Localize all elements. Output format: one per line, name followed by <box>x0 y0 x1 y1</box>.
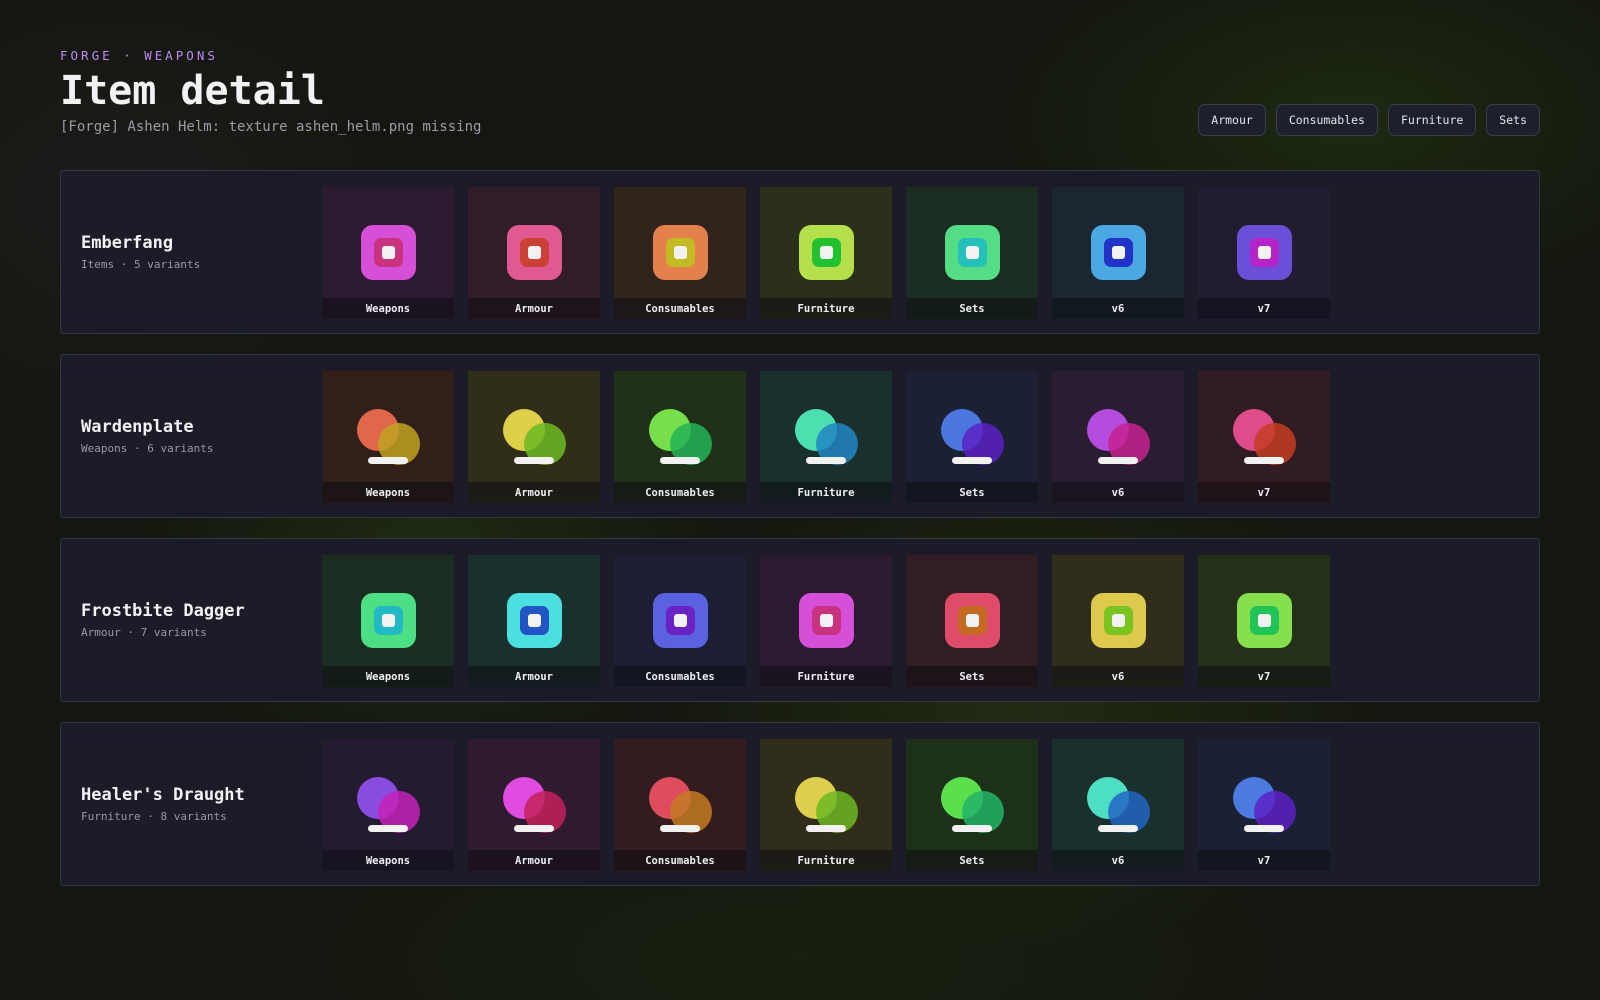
item-name: Healer's Draught <box>81 785 245 805</box>
variant-tile[interactable]: Consumables <box>614 187 746 319</box>
square-icon <box>1091 593 1146 648</box>
variant-label: Armour <box>468 298 600 319</box>
square-icon <box>361 593 416 648</box>
variant-tile[interactable]: Sets <box>906 555 1038 687</box>
variant-label: Weapons <box>322 482 454 503</box>
variant-tile[interactable]: Furniture <box>760 555 892 687</box>
page-title: Item detail <box>60 68 325 114</box>
item-info: Healer's Draught Furniture · 8 variants <box>81 785 311 823</box>
variant-tile[interactable]: Sets <box>906 739 1038 871</box>
variant-label: Sets <box>906 482 1038 503</box>
variant-label: Armour <box>468 666 600 687</box>
variant-tile[interactable]: Weapons <box>322 739 454 871</box>
variant-tiles: Weapons Armour Consumables Furniture Sets v6 v… <box>322 739 1330 871</box>
variant-tile[interactable]: v7 <box>1198 739 1330 871</box>
item-row: Healer's Draught Furniture · 8 variants We… <box>60 722 1540 886</box>
variant-label: Weapons <box>322 298 454 319</box>
variant-tiles: Weapons Armour Consumables Furniture Sets v6 v… <box>322 371 1330 503</box>
variant-label: Armour <box>468 850 600 871</box>
variant-label: v7 <box>1198 850 1330 871</box>
variant-label: v6 <box>1052 298 1184 319</box>
variant-tile[interactable]: v6 <box>1052 371 1184 503</box>
variant-label: v7 <box>1198 298 1330 319</box>
item-row: Frostbite Dagger Armour · 7 variants Weapo… <box>60 538 1540 702</box>
item-info: Wardenplate Weapons · 6 variants <box>81 417 311 455</box>
variant-label: Consumables <box>614 666 746 687</box>
item-row: Wardenplate Weapons · 6 variants Weapons Ar… <box>60 354 1540 518</box>
square-icon <box>799 225 854 280</box>
variant-tile[interactable]: Armour <box>468 371 600 503</box>
square-icon <box>1091 225 1146 280</box>
variant-tiles: Weapons Armour Consumables Furniture Sets v6 v… <box>322 555 1330 687</box>
square-icon <box>653 593 708 648</box>
breadcrumb: FORGE · WEAPONS <box>60 48 218 63</box>
filter-chips: Armour Consumables Furniture Sets <box>1198 104 1540 136</box>
status-message: [Forge] Ashen Helm: texture ashen_helm.p… <box>60 119 482 135</box>
variant-tile[interactable]: v7 <box>1198 187 1330 319</box>
variant-label: v6 <box>1052 482 1184 503</box>
variant-tile[interactable]: Sets <box>906 187 1038 319</box>
variant-label: Furniture <box>760 298 892 319</box>
square-icon <box>507 225 562 280</box>
item-row: Emberfang Items · 5 variants Weapons Armour… <box>60 170 1540 334</box>
filter-chip-sets[interactable]: Sets <box>1486 104 1540 136</box>
variant-label: v6 <box>1052 666 1184 687</box>
variant-label: Furniture <box>760 666 892 687</box>
square-icon <box>945 593 1000 648</box>
square-icon <box>507 593 562 648</box>
variant-label: v6 <box>1052 850 1184 871</box>
item-meta: Weapons · 6 variants <box>81 442 214 455</box>
variant-label: Sets <box>906 850 1038 871</box>
square-icon <box>653 225 708 280</box>
filter-chip-furniture[interactable]: Furniture <box>1387 104 1477 136</box>
variant-tile[interactable]: Furniture <box>760 371 892 503</box>
variant-tile[interactable]: v6 <box>1052 739 1184 871</box>
variant-tile[interactable]: Consumables <box>614 555 746 687</box>
variant-tile[interactable]: v6 <box>1052 187 1184 319</box>
variant-tile[interactable]: v7 <box>1198 555 1330 687</box>
variant-label: Weapons <box>322 850 454 871</box>
variant-label: v7 <box>1198 666 1330 687</box>
item-info: Frostbite Dagger Armour · 7 variants <box>81 601 311 639</box>
variant-label: Weapons <box>322 666 454 687</box>
variant-label: Furniture <box>760 482 892 503</box>
variant-tile[interactable]: Armour <box>468 555 600 687</box>
variant-label: Consumables <box>614 298 746 319</box>
variant-label: Armour <box>468 482 600 503</box>
variant-label: Consumables <box>614 850 746 871</box>
variant-tile[interactable]: v7 <box>1198 371 1330 503</box>
square-icon <box>1237 593 1292 648</box>
variant-tile[interactable]: Consumables <box>614 371 746 503</box>
item-meta: Items · 5 variants <box>81 258 201 271</box>
variant-tile[interactable]: Furniture <box>760 739 892 871</box>
variant-label: v7 <box>1198 482 1330 503</box>
variant-tile[interactable]: v6 <box>1052 555 1184 687</box>
square-icon <box>1237 225 1292 280</box>
filter-chip-consumables[interactable]: Consumables <box>1275 104 1378 136</box>
variant-label: Consumables <box>614 482 746 503</box>
variant-tile[interactable]: Furniture <box>760 187 892 319</box>
item-meta: Furniture · 8 variants <box>81 810 227 823</box>
variant-tile[interactable]: Sets <box>906 371 1038 503</box>
variant-tile[interactable]: Armour <box>468 187 600 319</box>
item-name: Emberfang <box>81 233 174 253</box>
variant-tile[interactable]: Weapons <box>322 187 454 319</box>
variant-tiles: Weapons Armour Consumables Furniture Sets v6 v… <box>322 187 1330 319</box>
page-header: FORGE · WEAPONS Item detail [Forge] Ashe… <box>60 48 481 135</box>
variant-label: Sets <box>906 666 1038 687</box>
variant-tile[interactable]: Weapons <box>322 555 454 687</box>
item-meta: Armour · 7 variants <box>81 626 207 639</box>
variant-label: Sets <box>906 298 1038 319</box>
item-info: Emberfang Items · 5 variants <box>81 233 311 271</box>
variant-tile[interactable]: Weapons <box>322 371 454 503</box>
filter-chip-armour[interactable]: Armour <box>1198 104 1266 136</box>
square-icon <box>361 225 416 280</box>
variant-label: Furniture <box>760 850 892 871</box>
item-name: Frostbite Dagger <box>81 601 245 621</box>
square-icon <box>799 593 854 648</box>
square-icon <box>945 225 1000 280</box>
variant-tile[interactable]: Armour <box>468 739 600 871</box>
variant-tile[interactable]: Consumables <box>614 739 746 871</box>
item-name: Wardenplate <box>81 417 194 437</box>
